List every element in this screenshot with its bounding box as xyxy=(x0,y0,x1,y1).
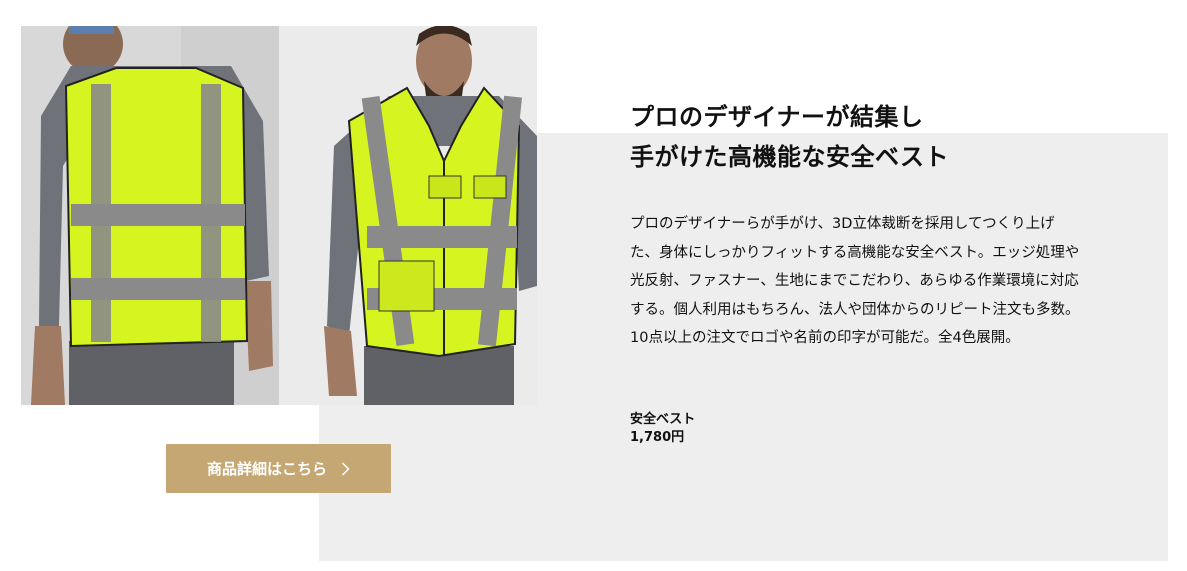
headline: プロのデザイナーが結集し 手がけた高機能な安全ベスト xyxy=(630,97,949,177)
product-description: プロのデザイナーらが手がけ、3D立体裁断を採用してつくり上げた、身体にしっかりフ… xyxy=(630,216,1080,346)
chevron-right-icon xyxy=(341,461,350,476)
vest-front-photo xyxy=(279,26,537,405)
headline-line-1: プロのデザイナーが結集し xyxy=(630,103,924,131)
vest-back-photo xyxy=(21,26,279,405)
headline-line-2: 手がけた高機能な安全ベスト xyxy=(630,143,949,171)
product-details-button[interactable]: 商品詳細はこちら xyxy=(166,444,391,493)
product-details-label: 商品詳細はこちら xyxy=(206,460,327,478)
product-name: 安全ベスト xyxy=(630,412,696,427)
product-price: 1,780円 xyxy=(630,430,685,445)
